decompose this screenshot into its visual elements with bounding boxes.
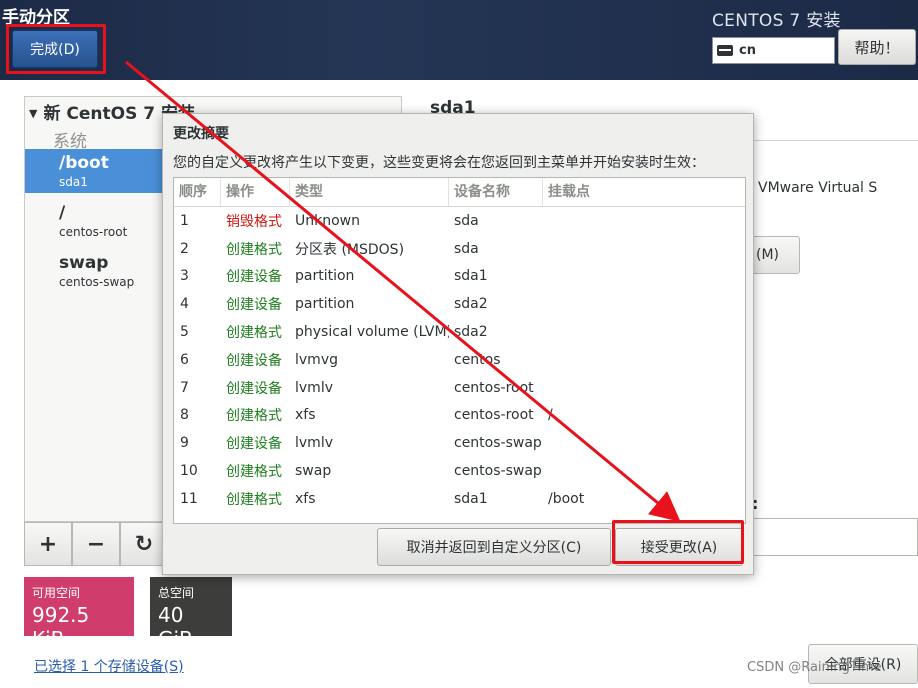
available-space-label: 可用空间 (32, 586, 81, 600)
cell-action: 创建设备 (226, 380, 282, 397)
table-row: 2 创建格式 分区表 (MSDOS) sda (174, 235, 745, 263)
changes-table: 顺序 操作 类型 设备名称 挂载点 1 销毁格式 Unknown sda 2 创建格式 分区… (173, 177, 746, 524)
cell-type: physical volume (LVM) (295, 324, 449, 341)
cell-order: 8 (180, 407, 189, 424)
done-button[interactable]: 完成(D) (12, 30, 98, 68)
column-header-action[interactable]: 操作 (221, 178, 290, 206)
dialog-title: 更改摘要 (173, 126, 229, 142)
cell-action: 创建格式 (226, 491, 282, 508)
label-input[interactable] (742, 518, 918, 556)
cell-order: 6 (180, 351, 189, 368)
cell-action: 创建格式 (226, 464, 282, 481)
available-space-box: 可用空间 992.5 KiB (24, 577, 134, 651)
device-description: VMware Virtual S (758, 180, 878, 196)
cell-type: Unknown (295, 212, 360, 229)
keyboard-icon (717, 45, 733, 56)
cell-device: sda2 (454, 296, 488, 313)
top-bar: 手动分区 完成(D) CENTOS 7 安装 cn 帮助！ (0, 0, 918, 80)
cell-action: 创建设备 (226, 297, 282, 314)
table-row: 4 创建设备 partition sda2 (174, 290, 745, 318)
cell-mount: / (548, 407, 553, 424)
cell-type: lvmlv (295, 435, 333, 452)
table-row: 1 销毁格式 Unknown sda (174, 207, 745, 235)
available-space-value: 992.5 KiB (32, 603, 90, 651)
cell-order: 1 (180, 212, 189, 229)
cell-type: swap (295, 463, 332, 480)
cell-device: sda1 (454, 490, 488, 507)
cell-action: 创建设备 (226, 269, 282, 286)
dialog-description: 您的自定义更改将产生以下变更，这些变更将会在您返回到主菜单并开始安装时生效： (173, 155, 705, 171)
partition-toolbar: + − ↻ (24, 522, 168, 568)
cell-mount: /boot (548, 490, 585, 507)
cell-action: 创建设备 (226, 352, 282, 369)
cell-device: centos-swap (454, 463, 542, 480)
triangle-down-icon: ▼ (29, 107, 38, 120)
cell-order: 11 (180, 490, 198, 507)
cell-device: centos-root (454, 379, 534, 396)
column-header-type[interactable]: 类型 (290, 178, 449, 206)
refresh-icon[interactable]: ↻ (120, 522, 168, 566)
cell-order: 9 (180, 435, 189, 452)
table-row: 5 创建格式 physical volume (LVM) sda2 (174, 318, 745, 346)
screen-title: 手动分区 (2, 8, 70, 28)
cell-type: xfs (295, 407, 316, 424)
cell-device: sda1 (454, 268, 488, 285)
table-row: 6 创建设备 lvmvg centos (174, 346, 745, 374)
column-header-order[interactable]: 顺序 (174, 178, 221, 206)
cell-order: 5 (180, 324, 189, 341)
table-row: 10 创建格式 swap centos-swap (174, 457, 745, 485)
cell-order: 7 (180, 379, 189, 396)
cell-order: 3 (180, 268, 189, 285)
cell-type: lvmlv (295, 379, 333, 396)
cancel-return-button[interactable]: 取消并返回到自定义分区(C) (377, 528, 611, 566)
keyboard-layout-label: cn (739, 43, 756, 58)
cell-type: 分区表 (MSDOS) (295, 241, 405, 258)
cell-device: sda (454, 240, 479, 257)
cell-device: sda (454, 212, 479, 229)
cell-action: 销毁格式 (226, 213, 282, 230)
cell-order: 2 (180, 240, 189, 257)
cell-order: 10 (180, 463, 198, 480)
table-row: 7 创建设备 lvmlv centos-root (174, 374, 745, 402)
table-row: 8 创建格式 xfs centos-root / (174, 402, 745, 430)
cell-action: 创建格式 (226, 241, 282, 258)
table-body: 1 销毁格式 Unknown sda 2 创建格式 分区表 (MSDOS) sda 3 创建设备 p… (174, 207, 745, 513)
cell-action: 创建设备 (226, 436, 282, 453)
total-space-value: 40 GiB (158, 603, 193, 651)
column-header-device[interactable]: 设备名称 (449, 178, 543, 206)
table-row: 9 创建设备 lvmlv centos-swap (174, 429, 745, 457)
cell-type: xfs (295, 490, 316, 507)
column-header-mount[interactable]: 挂载点 (543, 178, 745, 206)
remove-partition-button[interactable]: − (72, 522, 120, 566)
cell-order: 4 (180, 296, 189, 313)
total-space-box: 总空间 40 GiB (150, 577, 232, 651)
cell-type: lvmvg (295, 351, 338, 368)
cell-device: centos-root (454, 407, 534, 424)
cell-device: sda2 (454, 324, 488, 341)
add-partition-button[interactable]: + (24, 522, 72, 566)
cell-device: centos-swap (454, 435, 542, 452)
cell-type: partition (295, 296, 355, 313)
selected-storage-link[interactable]: 已选择 1 个存储设备(S) (34, 656, 184, 676)
help-button[interactable]: 帮助！ (838, 29, 916, 65)
table-row: 11 创建格式 xfs sda1/boot (174, 485, 745, 513)
installer-title: CENTOS 7 安装 (712, 11, 841, 31)
cell-device: centos (454, 351, 501, 368)
cell-action: 创建格式 (226, 325, 282, 342)
watermark-text: CSDN @RainingTime (747, 660, 882, 675)
table-row: 3 创建设备 partition sda1 (174, 263, 745, 291)
total-space-label: 总空间 (158, 586, 195, 600)
keyboard-layout-indicator[interactable]: cn (712, 37, 835, 64)
table-header: 顺序 操作 类型 设备名称 挂载点 (174, 178, 745, 207)
cell-type: partition (295, 268, 355, 285)
summary-of-changes-dialog: 更改摘要 您的自定义更改将产生以下变更，这些变更将会在您返回到主菜单并开始安装时… (162, 113, 754, 575)
cell-action: 创建格式 (226, 408, 282, 425)
accept-changes-button[interactable]: 接受更改(A) (615, 528, 743, 566)
